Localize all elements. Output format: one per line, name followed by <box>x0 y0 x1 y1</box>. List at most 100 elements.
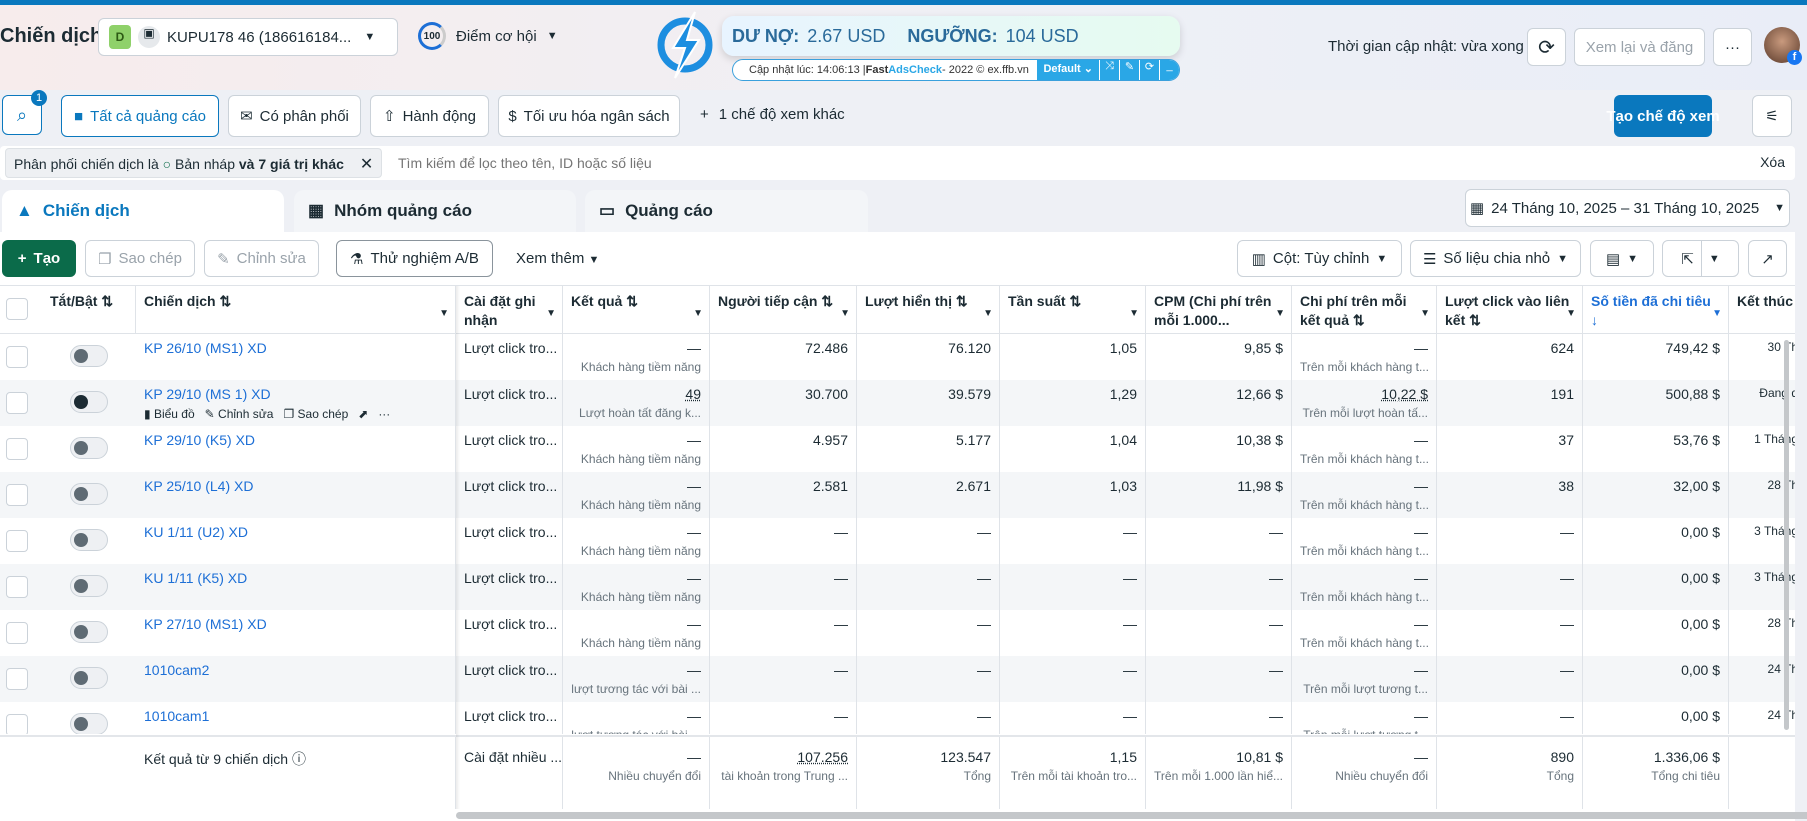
tab-ad-sets[interactable]: ▦ Nhóm quảng cáo <box>294 190 576 232</box>
table-row[interactable]: KP 29/10 (MS 1) XD ▮ Biểu đồ ✎ Chỉnh sửa ❐ … <box>0 380 1795 426</box>
column-header[interactable]: Chiến dịch ⇅ ▼ <box>136 286 456 334</box>
view-actions[interactable]: ⇧ Hành động <box>370 95 489 137</box>
opportunity-score[interactable]: 100 Điểm cơ hội ▼ <box>418 22 558 50</box>
more-button[interactable]: ··· <box>1713 28 1752 66</box>
refresh-button[interactable]: ⟳ <box>1527 28 1566 66</box>
filter-chip[interactable]: Phân phối chiến dịch là ○ Bản nháp và 7 … <box>5 148 383 178</box>
review-publish-button[interactable]: Xem lại và đăng <box>1574 28 1705 66</box>
minimize-icon[interactable]: _ <box>1160 60 1179 80</box>
campaign-name-link[interactable]: 1010cam1 <box>144 708 447 724</box>
row-checkbox[interactable] <box>6 622 28 644</box>
row-checkbox[interactable] <box>6 484 28 506</box>
campaign-name-link[interactable]: KP 27/10 (MS1) XD <box>144 616 447 632</box>
table-row[interactable]: KU 1/11 (U2) XD Lượt click tro... — Khách h… <box>0 518 1795 564</box>
edit-button[interactable]: ✎ Chỉnh sửa <box>204 240 319 277</box>
campaign-name-link[interactable]: KP 25/10 (L4) XD <box>144 478 447 494</box>
campaign-toggle[interactable] <box>70 483 108 505</box>
more-views-button[interactable]: +1 chế độ xem khác <box>700 106 845 123</box>
campaign-toggle[interactable] <box>70 621 108 643</box>
table-row[interactable]: 1010cam2 Lượt click tro... — lượt tương tác… <box>0 656 1795 702</box>
column-header[interactable]: Lượt click vào liên kết ⇅ ▼ <box>1437 286 1583 334</box>
view-delivering[interactable]: ✉ Có phân phối <box>228 95 361 137</box>
copy-button[interactable]: ❐ Sao chép <box>85 240 195 277</box>
campaign-toggle[interactable] <box>70 575 108 597</box>
pencil-action[interactable]: ✎ Chỉnh sửa <box>205 407 274 421</box>
campaign-name-link[interactable]: KU 1/11 (U2) XD <box>144 524 447 540</box>
campaign-name-link[interactable]: KP 29/10 (MS 1) XD <box>144 386 447 402</box>
reports-button[interactable]: ▤ ▼ <box>1590 240 1654 277</box>
select-all-checkbox[interactable] <box>6 298 28 320</box>
row-checkbox[interactable] <box>6 438 28 460</box>
chevron-down-icon[interactable]: ▼ <box>439 304 449 323</box>
table-row[interactable]: KP 27/10 (MS1) XD Lượt click tro... — Khách… <box>0 610 1795 656</box>
create-button[interactable]: + Tạo <box>2 240 76 277</box>
chevron-down-icon[interactable]: ▼ <box>1566 304 1576 323</box>
chevron-down-icon[interactable]: ▼ <box>983 304 993 323</box>
info-icon[interactable]: ⓘ <box>292 751 306 767</box>
table-row[interactable]: KP 29/10 (K5) XD Lượt click tro... — Khách … <box>0 426 1795 472</box>
campaign-toggle[interactable] <box>70 345 108 367</box>
column-header[interactable]: Chi phí trên mỗi kết quả ⇅ ▼ <box>1292 286 1437 334</box>
campaign-name-link[interactable]: KU 1/11 (K5) XD <box>144 570 447 586</box>
campaign-toggle[interactable] <box>70 713 108 734</box>
open-external-icon[interactable]: ⬈ <box>358 407 368 421</box>
campaign-toggle[interactable] <box>70 437 108 459</box>
export-button[interactable]: ⇱ ▼ <box>1662 240 1739 277</box>
close-icon[interactable]: ✕ <box>360 156 373 173</box>
chevron-down-icon[interactable]: ▼ <box>840 304 850 323</box>
breakdown-button[interactable]: ☰ Số liệu chia nhỏ ▼ <box>1410 240 1581 277</box>
column-header[interactable]: CPM (Chi phí trên mỗi 1.000... ▼ <box>1146 286 1292 334</box>
column-header[interactable]: Lượt hiển thị ⇅ ▼ <box>857 286 1000 334</box>
edit-icon[interactable]: ✎ <box>1120 60 1139 80</box>
horizontal-scrollbar[interactable] <box>456 812 1807 819</box>
row-checkbox[interactable] <box>6 576 28 598</box>
campaign-toggle[interactable] <box>70 667 108 689</box>
column-header[interactable]: Kết thúc <box>1729 286 1795 334</box>
row-checkbox[interactable] <box>6 530 28 552</box>
account-selector[interactable]: D ▣ KUPU178 46 (186616184... ▼ <box>98 18 398 56</box>
chevron-down-icon[interactable]: ▼ <box>1420 304 1430 323</box>
avatar[interactable]: f <box>1764 27 1802 65</box>
view-budget-optimization[interactable]: $ Tối ưu hóa ngân sách <box>498 95 680 137</box>
search-button[interactable]: ⌕ 1 <box>2 90 47 135</box>
bar-chart-action[interactable]: ▮ Biểu đồ <box>144 407 195 421</box>
column-header[interactable]: Tắt/Bật ⇅ <box>42 286 136 334</box>
campaign-toggle[interactable] <box>70 391 108 413</box>
vertical-scrollbar[interactable] <box>1784 340 1789 730</box>
table-row[interactable]: KP 26/10 (MS1) XD Lượt click tro... — Khách… <box>0 334 1795 380</box>
row-checkbox[interactable] <box>6 714 28 734</box>
campaign-toggle[interactable] <box>70 529 108 551</box>
ab-test-button[interactable]: ⚗ Thử nghiệm A/B <box>336 240 493 277</box>
column-header[interactable]: Kết quả ⇅ ▼ <box>563 286 710 334</box>
preset-select[interactable]: Default ⌄ <box>1037 60 1099 80</box>
clear-filters-button[interactable]: Xóa <box>1760 154 1785 170</box>
columns-button[interactable]: ▥ Cột: Tùy chỉnh ▼ <box>1237 240 1402 277</box>
table-row[interactable]: KP 25/10 (L4) XD Lượt click tro... — Khách … <box>0 472 1795 518</box>
column-header[interactable]: Cài đặt ghi nhận ▼ <box>456 286 563 334</box>
table-row[interactable]: KU 1/11 (K5) XD Lượt click tro... — Khách h… <box>0 564 1795 610</box>
campaign-name-link[interactable]: 1010cam2 <box>144 662 447 678</box>
row-action-3[interactable]: ··· <box>378 407 390 421</box>
chevron-down-icon[interactable]: ▼ <box>1712 304 1722 323</box>
tab-ads[interactable]: ▭ Quảng cáo <box>585 190 868 232</box>
column-header[interactable]: Tần suất ⇅ ▼ <box>1000 286 1146 334</box>
row-checkbox[interactable] <box>6 346 28 368</box>
filter-search-input[interactable] <box>398 150 1298 176</box>
campaign-name-link[interactable]: KP 29/10 (K5) XD <box>144 432 447 448</box>
chart-button[interactable]: ↗ <box>1748 240 1787 277</box>
chevron-down-icon[interactable]: ▼ <box>693 304 703 323</box>
refresh-icon[interactable]: ⟳ <box>1140 60 1159 80</box>
table-row[interactable]: 1010cam1 Lượt click tro... — lượt tương tác… <box>0 702 1795 734</box>
row-checkbox[interactable] <box>6 392 28 414</box>
shuffle-icon[interactable]: ⤨ <box>1100 60 1119 80</box>
see-more-button[interactable]: Xem thêm ▼ <box>516 250 599 267</box>
chevron-down-icon[interactable]: ▼ <box>1129 304 1139 323</box>
chevron-down-icon[interactable]: ▼ <box>546 304 556 323</box>
campaign-name-link[interactable]: KP 26/10 (MS1) XD <box>144 340 447 356</box>
view-settings-button[interactable]: ⚟ <box>1752 95 1792 137</box>
column-header[interactable]: Người tiếp cận ⇅ ▼ <box>710 286 857 334</box>
create-view-button[interactable]: Tạo chế độ xem <box>1606 95 1720 137</box>
tab-campaigns[interactable]: ▲ Chiến dịch <box>2 190 284 232</box>
view-all-ads[interactable]: ■ Tất cả quảng cáo <box>61 95 219 137</box>
row-checkbox[interactable] <box>6 668 28 690</box>
